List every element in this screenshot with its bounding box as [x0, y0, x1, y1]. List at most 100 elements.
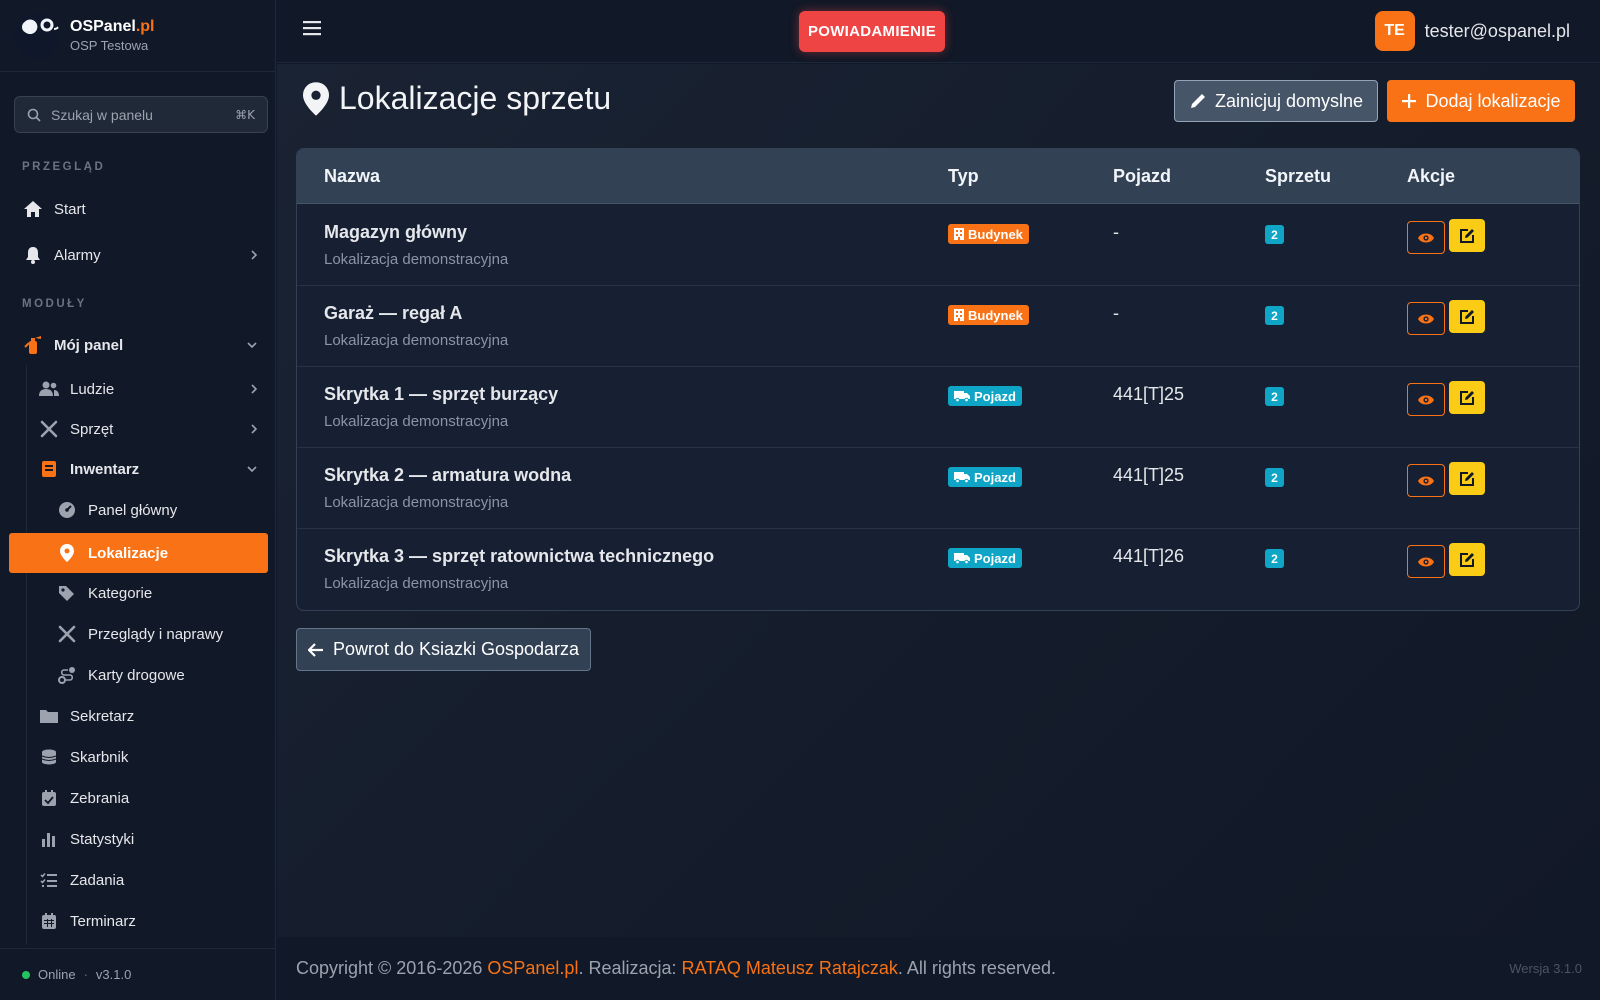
view-button[interactable]: [1407, 464, 1445, 497]
eye-icon: [1418, 476, 1434, 485]
col-count[interactable]: Sprzetu: [1265, 166, 1331, 187]
brand-subtitle: OSP Testowa: [70, 38, 149, 53]
truck-icon: [954, 553, 970, 564]
sidebar-item-label: Zadania: [70, 871, 125, 889]
footer-copyright: Copyright © 2016-2026: [296, 958, 488, 978]
chevron-down-icon: [247, 342, 257, 349]
edit-button[interactable]: [1449, 381, 1485, 414]
sidebar-item-label: Sprzęt: [70, 420, 114, 438]
edit-icon: [1460, 228, 1474, 243]
section-modules: MODUŁY: [22, 298, 87, 310]
calendar-icon: [38, 910, 60, 932]
sidebar-item-equipment[interactable]: Sprzęt: [38, 416, 268, 442]
type-badge: Pojazd: [948, 548, 1022, 568]
user-menu[interactable]: TE tester@ospanel.pl: [1374, 11, 1570, 51]
eye-icon: [1418, 314, 1434, 323]
view-button[interactable]: [1407, 383, 1445, 416]
sidebar-item-tasks[interactable]: Zadania: [38, 867, 268, 893]
footer-author-link[interactable]: RATAQ Mateusz Ratajczak: [682, 958, 898, 979]
footer-brand-link[interactable]: OSPanel.pl: [487, 958, 578, 979]
col-name[interactable]: Nazwa: [324, 166, 380, 187]
building-icon: [954, 309, 964, 321]
sidebar-item-inspections[interactable]: Przeglądy i naprawy: [56, 621, 268, 647]
vehicle-code: 441[T]25: [1113, 465, 1185, 485]
add-location-button[interactable]: Dodaj lokalizacje: [1387, 80, 1575, 122]
brand[interactable]: OSPanel.pl OSP Testowa: [0, 0, 275, 72]
edit-icon: [1460, 471, 1474, 486]
notification-button[interactable]: POWIADAMIENIE: [799, 11, 945, 52]
eye-icon: [1418, 557, 1434, 566]
sidebar-item-label: Zebrania: [70, 789, 130, 807]
brand-logo: [14, 12, 60, 59]
truck-icon: [954, 391, 970, 402]
back-button[interactable]: Powrot do Ksiazki Gospodarza: [296, 628, 591, 671]
table-row: Skrytka 1 — sprzęt burzący Lokalizacja d…: [297, 367, 1579, 448]
col-type[interactable]: Typ: [948, 166, 979, 187]
tree-line: [26, 365, 27, 945]
sidebar-item-secretary[interactable]: Sekretarz: [38, 703, 268, 729]
sidebar-item-treasurer[interactable]: Skarbnik: [38, 744, 268, 770]
sidebar: OSPanel.pl OSP Testowa ⌘K PRZEGLĄD Start…: [0, 0, 276, 1000]
sidebar-item-label: Karty drogowe: [88, 666, 185, 684]
equipment-count-badge: 2: [1265, 387, 1284, 406]
equipment-count-badge: 2: [1265, 549, 1284, 568]
col-vehicle[interactable]: Pojazd: [1113, 166, 1171, 187]
sidebar-item-categories[interactable]: Kategorie: [56, 580, 268, 606]
type-badge: Budynek: [948, 224, 1029, 244]
sidebar-status: Online · v3.1.0: [0, 948, 276, 1000]
footer-version: Wersja 3.1.0: [1509, 961, 1582, 976]
sidebar-item-locations[interactable]: Lokalizacje: [9, 533, 268, 573]
search-box[interactable]: ⌘K: [14, 96, 268, 133]
plus-icon: [1402, 94, 1417, 108]
location-name: Magazyn główny: [324, 222, 468, 242]
sidebar-item-alarms[interactable]: Alarmy: [22, 242, 268, 268]
edit-button[interactable]: [1449, 543, 1485, 576]
chevron-right-icon: [251, 424, 258, 434]
tools-icon: [56, 623, 78, 645]
avatar: TE: [1374, 11, 1415, 51]
sidebar-item-label: Skarbnik: [70, 748, 129, 766]
location-description: Lokalizacja demonstracyjna: [324, 494, 509, 511]
eye-icon: [1418, 233, 1434, 242]
book-icon: [38, 458, 60, 480]
sidebar-item-calendar[interactable]: Terminarz: [38, 908, 268, 934]
brand-name: OSPanel.pl: [70, 18, 155, 35]
sidebar-item-inventory[interactable]: Inwentarz: [38, 456, 268, 482]
sidebar-item-label: Start: [54, 200, 86, 218]
chevron-right-icon: [251, 384, 258, 394]
type-badge: Pojazd: [948, 386, 1022, 406]
sidebar-item-my-panel[interactable]: Mój panel: [22, 332, 268, 358]
view-button[interactable]: [1407, 302, 1445, 335]
gauge-icon: [56, 499, 78, 521]
type-badge: Pojazd: [948, 467, 1022, 487]
sidebar-item-main-panel[interactable]: Panel główny: [56, 497, 268, 523]
menu-toggle-icon[interactable]: [303, 20, 321, 41]
vehicle-code: -: [1113, 303, 1119, 323]
view-button[interactable]: [1407, 545, 1445, 578]
vehicle-code: 441[T]26: [1113, 546, 1185, 566]
edit-button[interactable]: [1449, 300, 1485, 333]
sidebar-item-start[interactable]: Start: [22, 196, 268, 222]
table-header: Nazwa Typ Pojazd Sprzetu Akcje: [297, 149, 1579, 204]
sidebar-item-label: Ludzie: [70, 380, 115, 398]
status-text: Online: [38, 967, 76, 982]
init-defaults-button[interactable]: Zainicjuj domyslne: [1174, 80, 1378, 122]
edit-icon: [1460, 390, 1474, 405]
edit-button[interactable]: [1449, 219, 1485, 252]
edit-button[interactable]: [1449, 462, 1485, 495]
tools-icon: [38, 418, 60, 440]
chevron-right-icon: [251, 250, 258, 260]
location-description: Lokalizacja demonstracyjna: [324, 332, 509, 349]
search-input[interactable]: [51, 106, 236, 123]
search-icon: [27, 108, 41, 122]
sidebar-item-road-cards[interactable]: Karty drogowe: [56, 662, 268, 688]
sidebar-item-label: Lokalizacje: [88, 544, 169, 562]
sidebar-item-stats[interactable]: Statystyki: [38, 826, 268, 852]
location-description: Lokalizacja demonstracyjna: [324, 575, 509, 592]
view-button[interactable]: [1407, 221, 1445, 254]
sidebar-item-meetings[interactable]: Zebrania: [38, 785, 268, 811]
sidebar-item-people[interactable]: Ludzie: [38, 376, 268, 402]
bell-icon: [22, 244, 44, 266]
location-description: Lokalizacja demonstracyjna: [324, 413, 509, 430]
equipment-count-badge: 2: [1265, 306, 1284, 325]
